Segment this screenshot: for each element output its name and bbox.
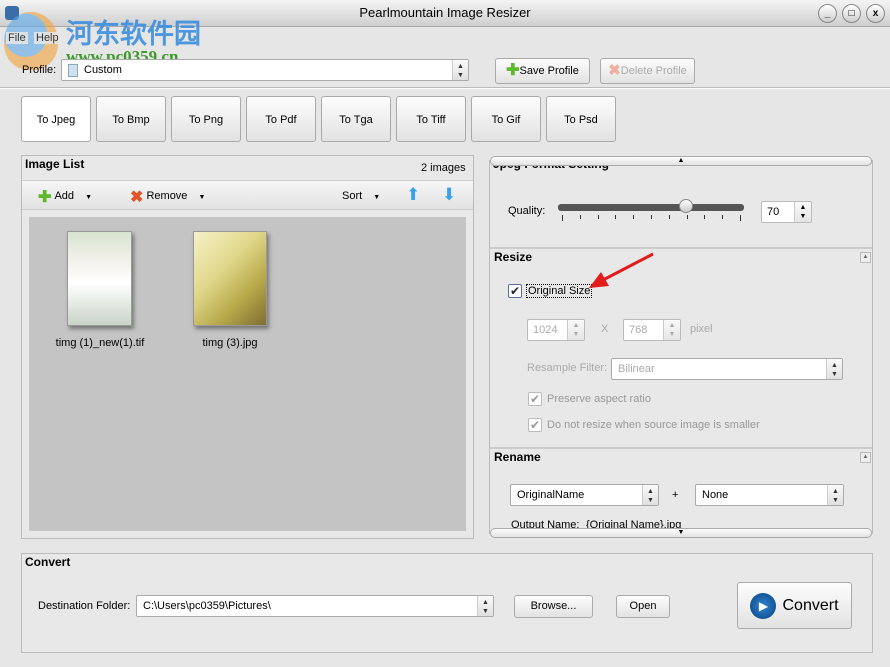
red-arrow-annotation xyxy=(589,252,654,288)
no-enlarge-checkbox[interactable]: ✔ xyxy=(528,418,542,432)
updown-icon: ▲ ▼ xyxy=(452,60,468,80)
destination-label: Destination Folder: xyxy=(38,600,131,612)
slider-tick xyxy=(722,215,724,219)
image-count: 2 images xyxy=(421,162,466,174)
slider-tick xyxy=(686,215,688,219)
unit-label: pixel xyxy=(690,323,713,335)
tab-to-png[interactable]: To Png xyxy=(171,96,241,142)
quality-spinner[interactable]: 70 ▲ ▼ xyxy=(761,201,812,223)
image-list-title: Image List xyxy=(25,157,85,171)
collapse-icon[interactable]: ▲ xyxy=(860,452,871,463)
no-enlarge-label: Do not resize when source image is small… xyxy=(547,419,760,431)
save-profile-button[interactable]: ✚Save Profile xyxy=(495,58,590,84)
browse-button[interactable]: Browse... xyxy=(514,595,593,618)
convert-section-title: Convert xyxy=(25,555,71,569)
menu-bar: File Help xyxy=(0,28,890,48)
dropdown-icon: ▼ xyxy=(198,194,206,201)
close-button[interactable]: x xyxy=(866,4,885,23)
delete-icon: ✖ xyxy=(608,62,621,80)
menu-file[interactable]: File xyxy=(6,32,28,44)
quality-slider[interactable] xyxy=(558,204,744,211)
slider-tick xyxy=(704,215,706,219)
tab-to-tga[interactable]: To Tga xyxy=(321,96,391,142)
maximize-button[interactable]: □ xyxy=(842,4,861,23)
quality-label: Quality: xyxy=(508,205,546,217)
convert-button[interactable]: ▶ Convert xyxy=(737,582,852,629)
image-thumbnail[interactable] xyxy=(193,231,267,326)
profile-label: Profile: xyxy=(22,64,57,76)
updown-icon: ▲ ▼ xyxy=(663,320,680,340)
slider-tick xyxy=(651,215,652,219)
window-title: Pearlmountain Image Resizer xyxy=(359,5,531,20)
rename-section-title: Rename xyxy=(494,450,541,464)
preserve-aspect-label: Preserve aspect ratio xyxy=(547,393,651,405)
tab-to-jpeg[interactable]: To Jpeg xyxy=(21,96,91,142)
tab-to-gif[interactable]: To Gif xyxy=(471,96,541,142)
width-spinner[interactable]: 1024 ▲ ▼ xyxy=(527,319,585,341)
slider-tick xyxy=(615,215,617,219)
dropdown-icon: ▼ xyxy=(373,194,381,201)
move-up-icon[interactable]: ⬆ xyxy=(406,185,420,205)
profile-select[interactable]: Custom ▲ ▼ xyxy=(61,59,469,81)
add-button[interactable]: ✚ Add ▼ xyxy=(38,187,92,207)
slider-tick xyxy=(633,215,635,219)
divider xyxy=(0,87,890,89)
image-name: timg (3).jpg xyxy=(202,337,258,349)
remove-button[interactable]: ✖ Remove ▼ xyxy=(130,187,205,207)
menu-help[interactable]: Help xyxy=(34,32,61,44)
tab-to-pdf[interactable]: To Pdf xyxy=(246,96,316,142)
image-thumbnail[interactable] xyxy=(67,231,132,326)
updown-icon: ▲ ▼ xyxy=(567,320,584,340)
plus-icon: ✚ xyxy=(38,189,52,206)
dropdown-icon: ▼ xyxy=(85,194,93,201)
destination-select[interactable]: C:\Users\pc0359\Pictures\ ▲ ▼ xyxy=(136,595,494,617)
slider-tick xyxy=(740,215,741,221)
plus-label: + xyxy=(672,489,679,501)
resample-filter-label: Resample Filter: xyxy=(527,362,608,374)
resize-section-title: Resize xyxy=(494,250,533,264)
updown-icon: ▲ ▼ xyxy=(827,485,843,505)
times-label: X xyxy=(601,323,609,335)
updown-icon: ▲ ▼ xyxy=(642,485,658,505)
remove-icon: ✖ xyxy=(130,189,144,206)
preserve-aspect-checkbox[interactable]: ✔ xyxy=(528,392,542,406)
updown-icon: ▲ ▼ xyxy=(826,359,842,379)
original-size-checkbox[interactable]: ✔ xyxy=(508,284,522,298)
tab-to-tiff[interactable]: To Tiff xyxy=(396,96,466,142)
original-size-label[interactable]: Original Size xyxy=(526,284,593,298)
scroll-up-button[interactable]: ▲ xyxy=(490,156,872,166)
plus-icon: ✚ xyxy=(506,62,520,80)
tab-to-bmp[interactable]: To Bmp xyxy=(96,96,166,142)
minimize-button[interactable]: _ xyxy=(818,4,837,23)
settings-panel: Jpeg Format Setting Quality: 70▲▼ Resize… xyxy=(489,160,873,534)
sort-button[interactable]: Sort ▼ xyxy=(342,190,380,202)
slider-tick xyxy=(579,215,581,219)
tab-to-psd[interactable]: To Psd xyxy=(546,96,616,142)
collapse-icon[interactable]: ▲ xyxy=(860,252,871,263)
resample-filter-select[interactable]: Bilinear ▲ ▼ xyxy=(611,358,843,380)
scroll-down-button[interactable]: ▼ xyxy=(490,528,872,538)
slider-tick xyxy=(562,215,563,221)
open-button[interactable]: Open xyxy=(616,595,670,618)
updown-icon: ▲ ▼ xyxy=(794,202,811,222)
rename-suffix-select[interactable]: None ▲ ▼ xyxy=(695,484,844,506)
move-down-icon[interactable]: ⬇ xyxy=(442,185,456,205)
divider xyxy=(490,247,872,249)
height-spinner[interactable]: 768 ▲ ▼ xyxy=(623,319,681,341)
slider-tick xyxy=(597,215,599,219)
slider-ticks xyxy=(562,215,741,221)
divider xyxy=(490,447,872,449)
updown-icon: ▲ ▼ xyxy=(477,596,493,616)
play-icon: ▶ xyxy=(750,592,777,619)
delete-profile-button[interactable]: ✖Delete Profile xyxy=(600,58,695,84)
rename-name-select[interactable]: OriginalName ▲ ▼ xyxy=(510,484,659,506)
file-icon xyxy=(68,63,78,77)
slider-tick xyxy=(668,215,670,219)
